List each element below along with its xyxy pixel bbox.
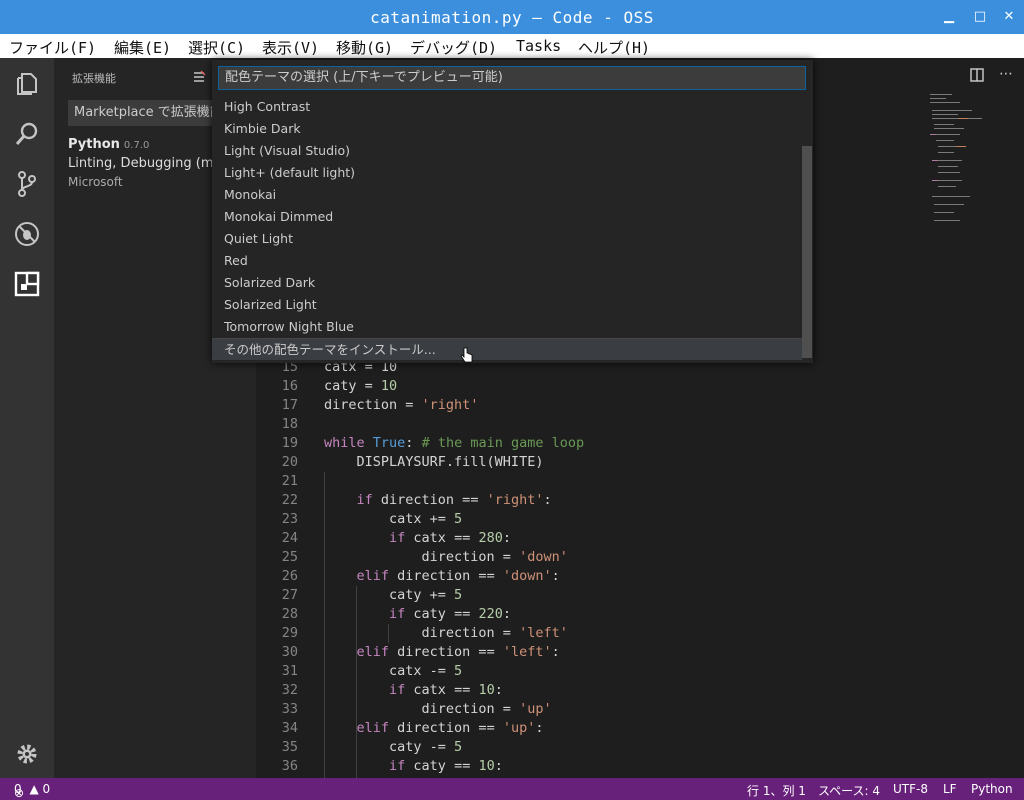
menu-go[interactable]: 移動(G) bbox=[336, 37, 393, 58]
menu-edit[interactable]: 編集(E) bbox=[114, 37, 171, 58]
extension-version: 0.7.0 bbox=[123, 140, 150, 151]
extension-publisher: Microsoft bbox=[68, 175, 123, 189]
extensions-icon[interactable] bbox=[13, 270, 41, 298]
search-icon[interactable] bbox=[13, 120, 41, 148]
end-of-line[interactable]: LF bbox=[943, 782, 957, 796]
theme-option-high-contrast[interactable]: High Contrast bbox=[212, 96, 802, 118]
menu-bar: ファイル(F) 編集(E) 選択(C) 表示(V) 移動(G) デバッグ(D) … bbox=[0, 34, 1024, 58]
hand-cursor-icon bbox=[460, 347, 473, 363]
menu-view[interactable]: 表示(V) bbox=[262, 37, 319, 58]
activity-bar bbox=[0, 58, 54, 778]
theme-option-quiet-light[interactable]: Quiet Light bbox=[212, 228, 802, 250]
gear-icon[interactable] bbox=[13, 740, 41, 768]
theme-option-solarized-light[interactable]: Solarized Light bbox=[212, 294, 802, 316]
problems-indicator[interactable]: ⊗ 0 ▲ 0 bbox=[14, 782, 51, 800]
error-icon: ⊗ bbox=[14, 786, 25, 800]
encoding[interactable]: UTF-8 bbox=[893, 782, 928, 796]
theme-option-kimbie-dark[interactable]: Kimbie Dark bbox=[212, 118, 802, 140]
theme-option-solarized-dark[interactable]: Solarized Dark bbox=[212, 272, 802, 294]
color-theme-quick-pick: 配色テーマの選択 (上/下キーでプレビュー可能) High Contrast K… bbox=[212, 60, 813, 363]
theme-option-red[interactable]: Red bbox=[212, 250, 802, 272]
menu-debug[interactable]: デバッグ(D) bbox=[410, 37, 497, 58]
split-editor-icon[interactable] bbox=[970, 68, 984, 82]
menu-selection[interactable]: 選択(C) bbox=[188, 37, 245, 58]
sidebar-title: 拡張機能 bbox=[72, 72, 116, 85]
language-mode[interactable]: Python bbox=[971, 782, 1013, 796]
menu-file[interactable]: ファイル(F) bbox=[9, 37, 96, 58]
maximize-button[interactable]: □ bbox=[971, 8, 989, 26]
more-actions-icon[interactable]: ⋯ bbox=[999, 66, 1014, 82]
indentation[interactable]: スペース: 4 bbox=[818, 782, 880, 799]
install-more-themes-option[interactable]: その他の配色テーマをインストール... bbox=[212, 338, 802, 360]
theme-option-light-vs[interactable]: Light (Visual Studio) bbox=[212, 140, 802, 162]
window-title: catanimation.py — Code - OSS bbox=[370, 8, 654, 27]
extension-name: Python bbox=[68, 137, 120, 152]
theme-option-light-plus[interactable]: Light+ (default light) bbox=[212, 162, 802, 184]
clear-extensions-icon[interactable] bbox=[192, 70, 206, 84]
warning-icon: ▲ bbox=[29, 782, 39, 796]
title-bar: catanimation.py — Code - OSS ▁ □ ✕ bbox=[0, 0, 1024, 34]
minimize-button[interactable]: ▁ bbox=[940, 8, 958, 26]
menu-help[interactable]: ヘルプ(H) bbox=[578, 37, 650, 58]
theme-option-tomorrow-night-blue[interactable]: Tomorrow Night Blue bbox=[212, 316, 802, 338]
debug-icon[interactable] bbox=[13, 220, 41, 248]
extension-item[interactable]: Python 0.7.0 bbox=[68, 137, 149, 152]
theme-option-monokai[interactable]: Monokai bbox=[212, 184, 802, 206]
close-button[interactable]: ✕ bbox=[1000, 8, 1018, 26]
minimap[interactable] bbox=[928, 90, 998, 230]
menu-tasks[interactable]: Tasks bbox=[516, 37, 561, 55]
quick-pick-scrollbar[interactable] bbox=[802, 146, 812, 358]
cursor-position[interactable]: 行 1、列 1 bbox=[747, 782, 806, 799]
quick-pick-input[interactable]: 配色テーマの選択 (上/下キーでプレビュー可能) bbox=[218, 66, 806, 90]
status-bar: ⊗ 0 ▲ 0 行 1、列 1 スペース: 4 UTF-8 LF Python bbox=[0, 778, 1024, 800]
explorer-icon[interactable] bbox=[13, 70, 41, 98]
warning-count: 0 bbox=[42, 782, 51, 796]
source-control-icon[interactable] bbox=[13, 170, 41, 198]
theme-option-monokai-dimmed[interactable]: Monokai Dimmed bbox=[212, 206, 802, 228]
